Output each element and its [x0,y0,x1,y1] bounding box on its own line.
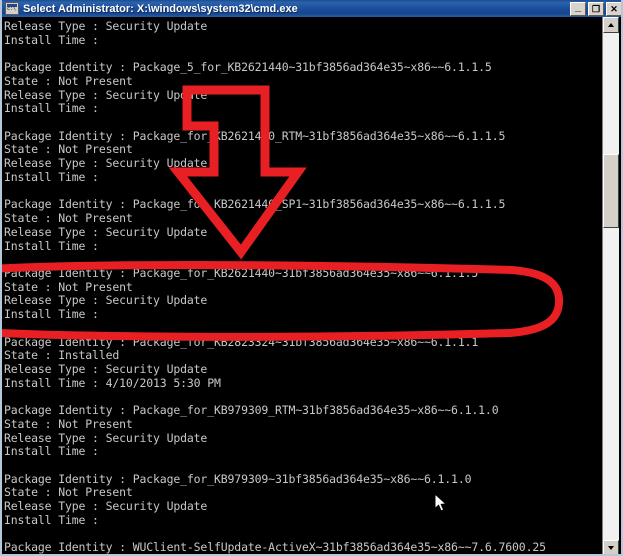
scrollbar-track[interactable] [603,33,619,540]
console-window-icon [5,2,19,15]
close-button[interactable]: ✕ [606,1,621,16]
console-output-area[interactable]: Release Type : Security Update Install T… [2,17,599,555]
close-icon: ✕ [610,3,618,14]
restore-button[interactable]: ❐ [588,1,604,16]
window-title: Select Administrator: X:\windows\system3… [23,2,298,15]
window-controls: _ ❐ ✕ [568,0,621,16]
minimize-button[interactable]: _ [570,0,586,16]
console-text: Release Type : Security Update Install T… [4,19,546,555]
scroll-up-arrow-button[interactable] [603,17,619,33]
vertical-scrollbar[interactable] [602,17,619,554]
window-title-bar[interactable]: Select Administrator: X:\windows\system3… [2,0,621,17]
chevron-down-icon [608,546,614,550]
cmd-console-window: Select Administrator: X:\windows\system3… [0,0,623,556]
scrollbar-thumb[interactable] [603,154,619,228]
restore-icon: ❐ [591,3,601,14]
scroll-down-arrow-button[interactable] [603,540,619,554]
chevron-up-icon [608,23,614,27]
minimize-icon: _ [574,0,582,13]
